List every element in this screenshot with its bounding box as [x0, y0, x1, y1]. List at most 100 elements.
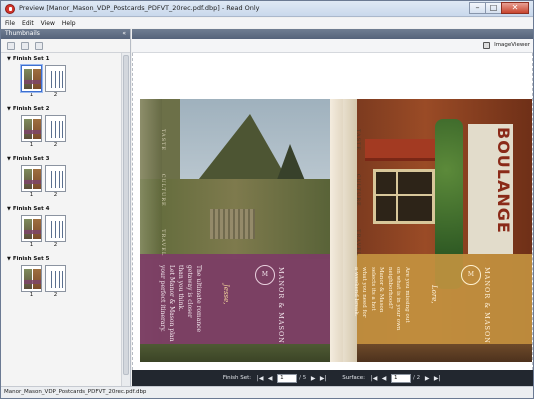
surface-total: / 2	[413, 375, 421, 381]
menu-help[interactable]: Help	[62, 20, 76, 27]
menu-bar: File Edit View Help	[1, 18, 533, 28]
finish-set-3: ▼ Finish Set 3 1 2	[1, 153, 121, 203]
thumbnail-front[interactable]	[21, 165, 42, 192]
finish-set-label: Finish Set 3	[12, 156, 50, 162]
postcard-right: TASTE CULTURE TRAVEL BOULANGE Are you mi…	[343, 99, 532, 362]
expand-triangle-icon: ▼	[7, 56, 11, 62]
maximize-button[interactable]: □	[485, 2, 502, 14]
window-controls: – □ ✕	[469, 2, 529, 14]
close-button[interactable]: ✕	[501, 2, 529, 14]
postcard-message: The ultimate romance getaway is closer t…	[159, 265, 202, 342]
page-number: 1	[29, 142, 34, 148]
finish-set-1: ▼ Finish Set 1 1 2	[1, 53, 121, 103]
thumbnail-back[interactable]	[45, 215, 66, 242]
shop-window	[373, 169, 435, 224]
menu-edit[interactable]: Edit	[22, 20, 34, 27]
thumbnail-front[interactable]	[21, 215, 42, 242]
preview-canvas[interactable]: TASTE CULTURE TRAVEL The ultimate romanc…	[132, 53, 533, 370]
thumbnail-back[interactable]	[45, 265, 66, 292]
brand-crest-icon: M	[461, 265, 481, 285]
prev-surface-icon[interactable]: ◀	[380, 374, 388, 383]
collapse-panel-icon[interactable]: «	[122, 29, 126, 39]
finish-set-toggle[interactable]: ▼ Finish Set 4	[7, 203, 121, 212]
page-number: 2	[53, 92, 58, 98]
postcard-message: Are you missing out on what is in your o…	[353, 267, 410, 331]
title-bar: Preview [Manor_Mason_VDP_Postcards_PDFVT…	[1, 1, 533, 17]
postcard-nav: TASTE CULTURE TRAVEL	[355, 129, 361, 276]
viewer-toolbar: ImageViewer	[132, 39, 533, 53]
finish-set-label: Finish Set 5	[12, 256, 50, 262]
image-viewer-icon[interactable]	[483, 42, 490, 49]
preview-header	[132, 29, 533, 39]
nav-travel: TRAVEL	[160, 229, 166, 257]
scrollbar-thumb[interactable]	[123, 55, 129, 375]
finish-set-4: ▼ Finish Set 4 1 2	[1, 203, 121, 253]
thumbnails-title: Thumbnails	[5, 30, 40, 37]
thumbnail-back[interactable]	[45, 115, 66, 142]
preview-area: ImageViewer TASTE CULTURE TRAVEL The ult…	[132, 29, 533, 386]
status-bar: Manor_Mason_VDP_Postcards_PDFVT_20rec.pd…	[1, 386, 533, 398]
nav-travel: TRAVEL	[355, 229, 361, 257]
thumbnail-toolbar	[1, 39, 130, 53]
finish-set-input[interactable]: 1	[277, 373, 298, 383]
brand-name: MANOR & MASON	[277, 267, 285, 344]
thumbnails-header: Thumbnails «	[1, 29, 130, 39]
expand-triangle-icon: ▼	[7, 256, 11, 262]
surface-nav-label: Surface:	[342, 375, 366, 381]
thumbnail-front[interactable]	[21, 65, 42, 92]
next-surface-icon[interactable]: ▶	[423, 374, 431, 383]
first-set-icon[interactable]: |◀	[256, 374, 264, 383]
thumbnail-list: ▼ Finish Set 1 12 ▼ Finish Set 2 12 ▼ Finis…	[1, 53, 121, 386]
prev-set-icon[interactable]: ◀	[266, 374, 274, 383]
delete-icon[interactable]	[35, 41, 43, 50]
save-icon[interactable]	[7, 41, 15, 50]
close-icon: ✕	[511, 3, 519, 12]
page-number: 1	[29, 242, 34, 248]
surface-input[interactable]: 1	[391, 373, 412, 383]
imposed-sheet: TASTE CULTURE TRAVEL The ultimate romanc…	[140, 99, 532, 362]
page-number: 2	[53, 142, 58, 148]
thumbnail-front[interactable]	[21, 265, 42, 292]
foreground-strip	[343, 344, 532, 362]
postcard-left: TASTE CULTURE TRAVEL The ultimate romanc…	[140, 99, 343, 362]
window-title: Preview [Manor_Mason_VDP_Postcards_PDFVT…	[19, 4, 260, 12]
thumbnails-panel: Thumbnails « ▼ Finish Set 1 12 ▼ Finish Se…	[1, 29, 131, 386]
last-surface-icon[interactable]: ▶|	[433, 374, 441, 383]
menu-view[interactable]: View	[41, 20, 55, 27]
maximize-icon: □	[489, 3, 498, 12]
page-number: 1	[29, 292, 34, 298]
thumbnail-back[interactable]	[45, 65, 66, 92]
finish-set-5: ▼ Finish Set 5 1 2	[1, 253, 121, 303]
finish-set-toggle[interactable]: ▼ Finish Set 3	[7, 153, 121, 162]
brand-name: MANOR & MASON	[483, 267, 491, 344]
card-edge	[330, 99, 343, 362]
nav-taste: TASTE	[355, 129, 361, 152]
ruins-terraces	[210, 209, 255, 239]
finish-set-label: Finish Set 4	[12, 206, 50, 212]
thumbnail-scrollbar[interactable]	[121, 53, 130, 386]
page-icon[interactable]	[21, 41, 29, 50]
last-set-icon[interactable]: ▶|	[319, 374, 327, 383]
menu-file[interactable]: File	[5, 20, 15, 27]
next-set-icon[interactable]: ▶	[309, 374, 317, 383]
page-number: 2	[53, 242, 58, 248]
thumbnail-front[interactable]	[21, 115, 42, 142]
finish-set-total: / 5	[299, 375, 307, 381]
first-surface-icon[interactable]: |◀	[370, 374, 378, 383]
finish-set-label: Finish Set 1	[12, 56, 50, 62]
page-number: 2	[53, 192, 58, 198]
postcard-nav: TASTE CULTURE TRAVEL	[160, 129, 166, 276]
shop-awning	[365, 139, 445, 161]
nav-culture: CULTURE	[355, 173, 361, 207]
image-viewer-toggle[interactable]: ImageViewer	[494, 42, 530, 48]
thumbnail-back[interactable]	[45, 165, 66, 192]
recipient-name: Jesse,	[222, 284, 230, 305]
status-filename: Manor_Mason_VDP_Postcards_PDFVT_20rec.pd…	[4, 389, 147, 395]
expand-triangle-icon: ▼	[7, 206, 11, 212]
minimize-button[interactable]: –	[469, 2, 486, 14]
app-icon	[5, 4, 15, 14]
finish-set-toggle[interactable]: ▼ Finish Set 5	[7, 253, 121, 262]
finish-set-toggle[interactable]: ▼ Finish Set 1	[7, 53, 121, 62]
recipient-name: Lore,	[430, 285, 438, 304]
finish-set-toggle[interactable]: ▼ Finish Set 2	[7, 103, 121, 112]
